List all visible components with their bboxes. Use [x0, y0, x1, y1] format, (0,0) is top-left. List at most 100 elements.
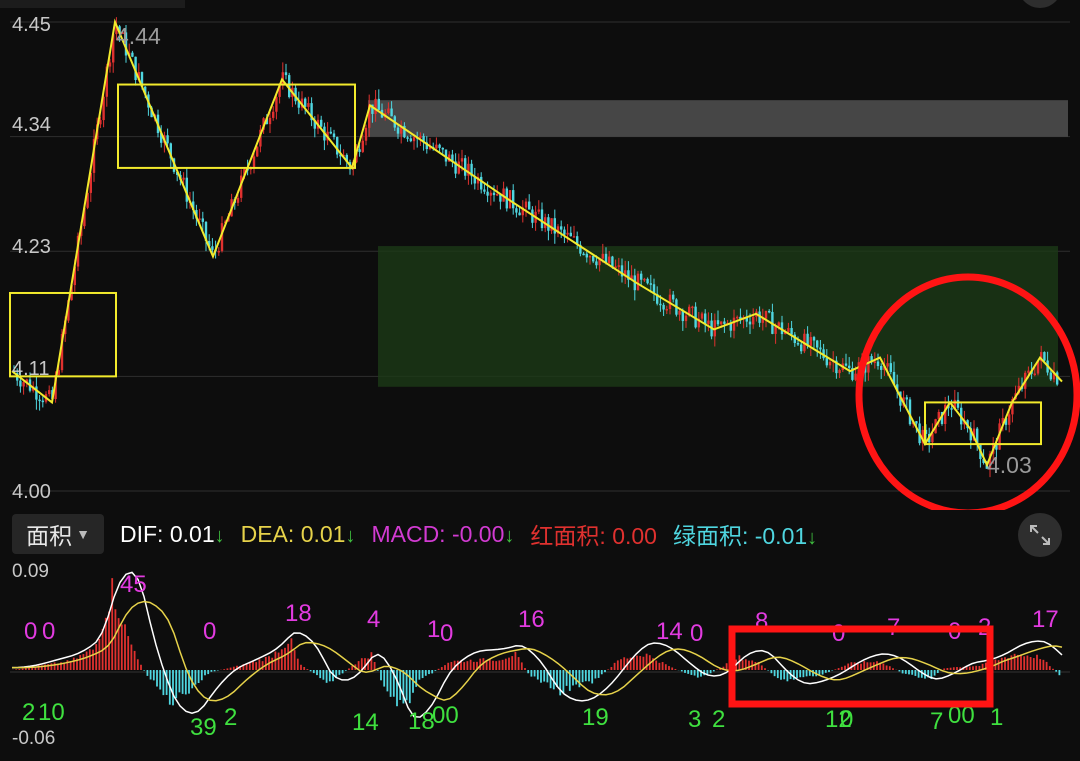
candle-body	[1027, 370, 1030, 373]
macd-count-labels: 0 045018 4 1 016 14 0 8 0 7 0 2 172 1039 2 14 1800 19 3 2 12…	[22, 571, 1059, 741]
candle-body	[873, 361, 876, 363]
down-arrow-icon: ↓	[807, 527, 818, 549]
candle-body	[732, 317, 736, 331]
candle-body	[854, 373, 857, 380]
candle-body	[844, 363, 848, 366]
macd-green-count-label: 0	[840, 706, 853, 733]
candle-body	[617, 265, 620, 267]
candle-body	[707, 320, 710, 324]
candle-body	[649, 283, 652, 285]
candle-body	[774, 326, 777, 334]
macd-red-count-label: 1	[427, 616, 440, 643]
price-tick-label: 4.45	[12, 14, 51, 36]
macd-bottom-label: -0.06	[12, 728, 56, 749]
candle-body	[777, 322, 780, 327]
candle-body	[460, 158, 464, 162]
candle-body	[636, 273, 640, 291]
candle-body	[1008, 414, 1011, 425]
candle-body	[787, 328, 790, 332]
candle-body	[880, 366, 883, 370]
candle-body	[22, 382, 25, 387]
macd-green-count-label: 14	[352, 709, 379, 736]
macd-label: MACD:	[371, 520, 446, 547]
candle-body	[588, 255, 592, 258]
candle-body	[560, 226, 563, 230]
candle-body	[569, 232, 572, 237]
candle-body	[800, 344, 803, 352]
candle-body	[329, 131, 332, 134]
candle-body	[390, 108, 393, 117]
macd-green-count-label: 10	[38, 699, 65, 726]
macd-red-count-label: 0	[832, 620, 845, 647]
candle-body	[364, 127, 368, 141]
candle-body	[905, 397, 908, 400]
macd-readout: MACD: -0.00↓	[371, 521, 514, 548]
candle-body	[19, 380, 22, 387]
dif-label: DIF:	[120, 520, 164, 547]
candle-body	[585, 253, 588, 258]
candle-body	[752, 316, 755, 325]
price-chart[interactable]: 4.44 4.03	[0, 0, 1080, 510]
macd-chart[interactable]: 0 045018 4 1 016 14 0 8 0 7 0 2 172 1039 2 14 1800 19 3 2 12…	[0, 555, 1080, 761]
candle-body	[387, 108, 390, 113]
macd-red-count-label: 14	[656, 618, 683, 645]
candle-body	[681, 310, 684, 322]
price-tick-label: 4.11	[12, 358, 50, 380]
candle-body	[268, 117, 272, 125]
macd-green-count-label: 39	[190, 714, 217, 741]
red-area-label: 红面积:	[530, 523, 606, 549]
candle-body	[441, 147, 444, 150]
macd-red-count-label: 0	[203, 618, 216, 645]
candle-body	[1043, 352, 1046, 361]
candle-body	[284, 72, 288, 76]
price-tick-label: 4.00	[12, 481, 51, 503]
red-area-value: 0.00	[612, 523, 657, 549]
candle-body	[48, 390, 51, 395]
candle-body	[464, 158, 467, 176]
candle-body	[704, 313, 707, 324]
expand-button[interactable]	[1018, 513, 1062, 557]
dif-value: 0.01	[169, 520, 215, 547]
macd-red-count-label: 17	[1032, 606, 1059, 633]
candle-body	[566, 232, 569, 235]
candle-body	[496, 193, 499, 196]
candle-body	[489, 192, 492, 196]
macd-green-count-label: 2	[712, 706, 725, 733]
candle-body	[608, 256, 611, 263]
candle-body	[1049, 372, 1052, 380]
candle-body	[537, 209, 540, 212]
candle-body	[182, 177, 185, 180]
candle-body	[528, 201, 531, 210]
macd-green-count-label: 7	[930, 708, 943, 735]
candle-body	[915, 421, 918, 424]
red-area-readout: 红面积: 0.00	[530, 517, 657, 551]
candle-body	[409, 138, 412, 142]
area-indicator-select[interactable]: 面积 ▼	[12, 514, 104, 554]
candle-body	[838, 370, 841, 374]
macd-red-count-label: 16	[518, 606, 545, 633]
candle-body	[816, 340, 819, 348]
candle-body	[790, 328, 793, 335]
candle-body	[723, 321, 726, 324]
candle-body	[252, 156, 256, 169]
candle-body	[540, 209, 544, 229]
candle-body	[825, 358, 828, 366]
candle-body	[406, 137, 409, 139]
macd-red-count-label: 0	[24, 618, 37, 645]
price-tick-label: 4.34	[12, 114, 51, 136]
candle-body	[131, 52, 134, 57]
candle-body	[662, 304, 665, 310]
candle-body	[1033, 373, 1036, 376]
candle-body	[812, 337, 816, 341]
candle-body	[374, 98, 377, 114]
resistance-zone	[368, 100, 1068, 137]
area-select-label: 面积	[26, 523, 73, 549]
candle-body	[480, 176, 483, 190]
candle-body	[438, 144, 441, 148]
candle-body	[256, 146, 259, 157]
down-arrow-icon: ↓	[504, 524, 515, 547]
candle-body	[412, 137, 416, 142]
candle-body	[595, 261, 598, 266]
candle-body	[486, 191, 489, 196]
candle-body	[672, 294, 675, 300]
